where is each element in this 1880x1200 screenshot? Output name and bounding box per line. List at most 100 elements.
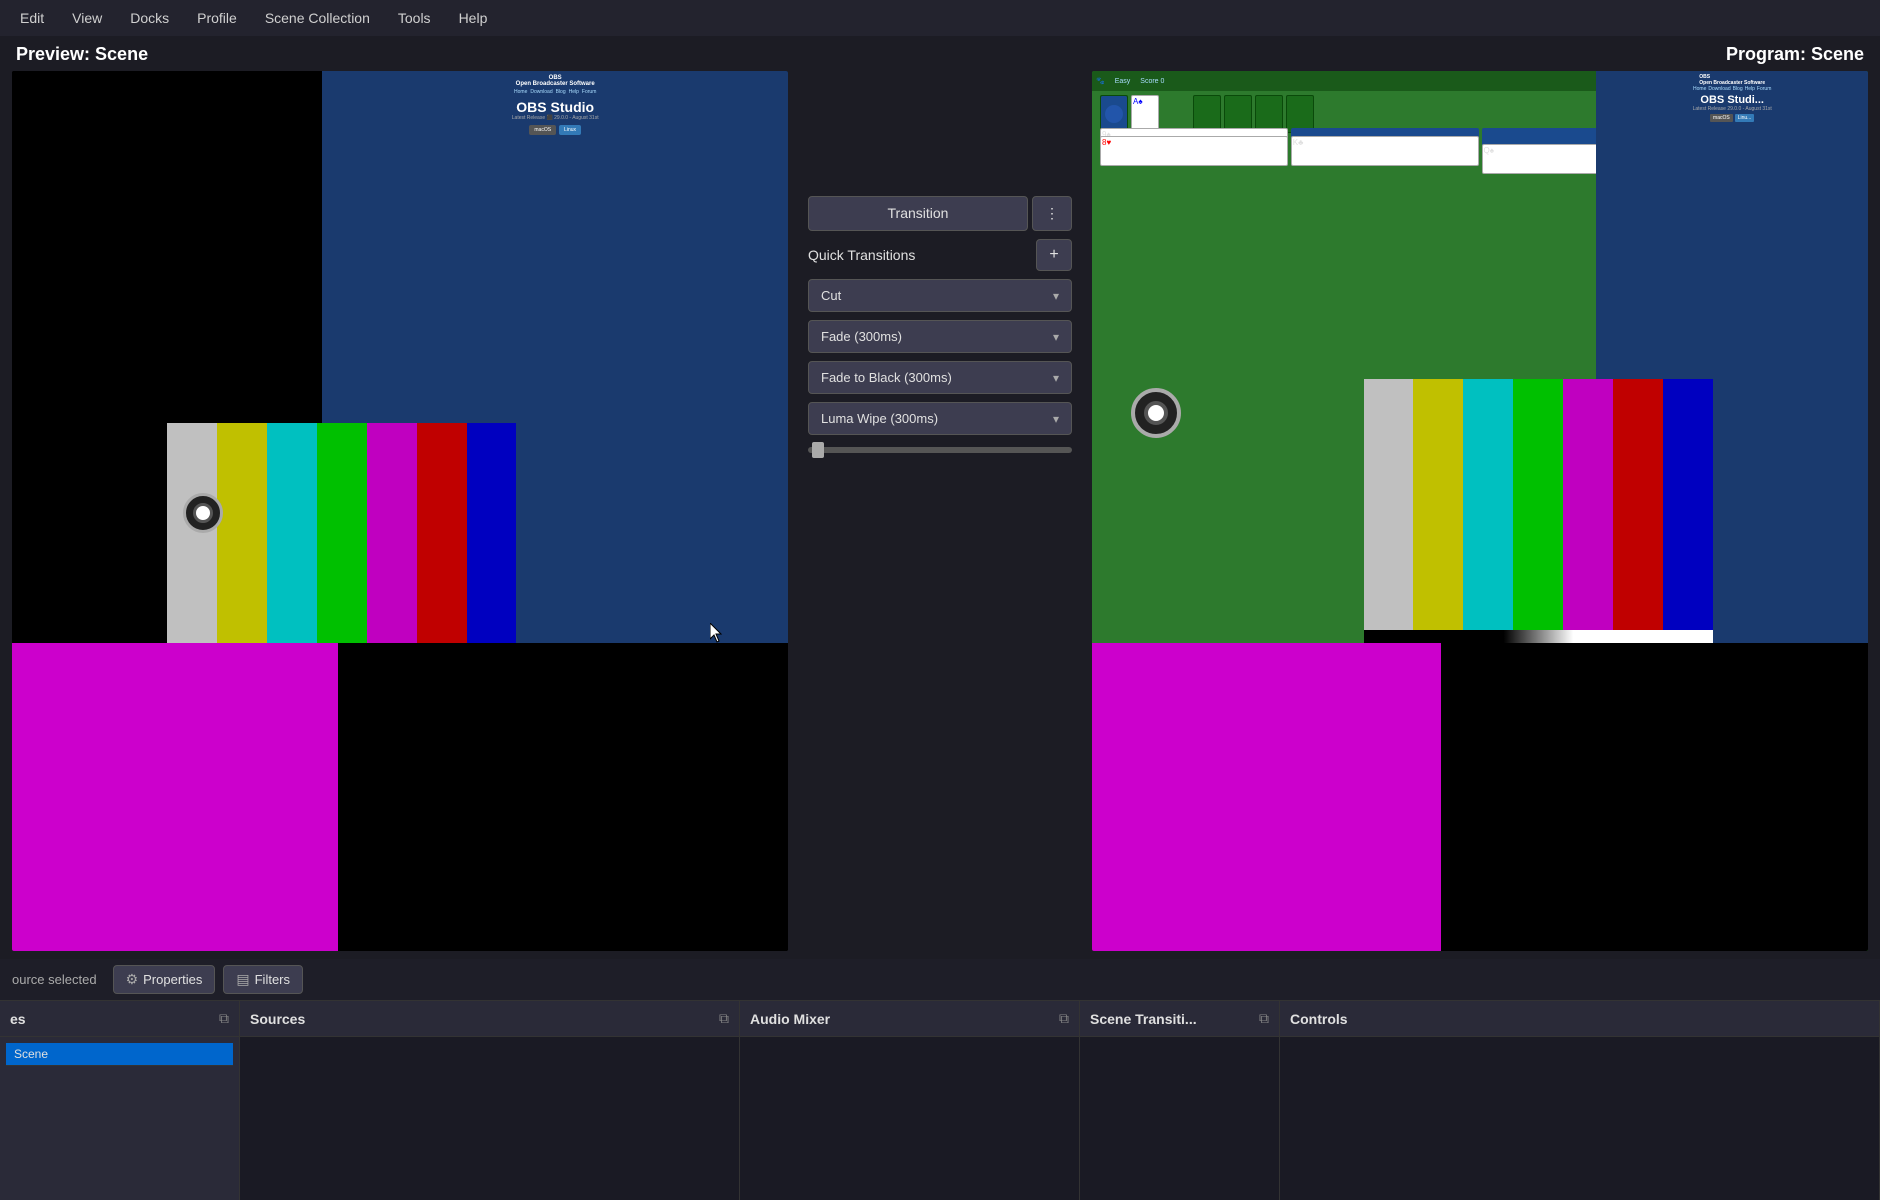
properties-button[interactable]: ⚙ Properties (113, 965, 216, 994)
transition-luma-wipe-label: Luma Wipe (300ms) (821, 411, 938, 426)
transition-cut[interactable]: Cut ▾ (808, 279, 1072, 312)
solitaire-col-1: 9♠ 8♥ (1100, 128, 1288, 663)
solitaire-card: K♣ (1291, 136, 1479, 166)
filters-label: Filters (255, 972, 290, 987)
preview-area: Preview: Scene OBSOpen Broadcaster Softw… (0, 36, 1880, 959)
chevron-down-icon: ▾ (1053, 412, 1059, 426)
scenes-panel-content: Scene (0, 1037, 239, 1200)
audio-panel-title: Audio Mixer (750, 1011, 830, 1027)
menu-edit[interactable]: Edit (8, 4, 56, 32)
controls-title: Controls (1290, 1011, 1348, 1027)
program-obs-big: OBS Studi... (1700, 94, 1764, 106)
transition-slider[interactable] (808, 447, 1072, 453)
prog-bar-cyan (1463, 379, 1513, 630)
dock-panels: es ⧉ Scene Sources ⧉ Audio Mixer (0, 1000, 1880, 1200)
program-obs-nav: Home Download Blog Help Forum (1693, 86, 1771, 92)
program-title: Program: Scene (1092, 44, 1868, 65)
transition-fade-label: Fade (300ms) (821, 329, 902, 344)
transition-slider-container (808, 443, 1072, 457)
program-purple-block (1092, 643, 1441, 951)
scenes-panel-header: es ⧉ (0, 1001, 239, 1037)
menu-scene-collection[interactable]: Scene Collection (253, 4, 382, 32)
controls-content (1280, 1037, 1879, 1200)
scene-trans-header: Scene Transiti... ⧉ (1080, 1001, 1279, 1037)
scene-trans-content (1080, 1037, 1279, 1200)
preview-obs-btns: macOS Linux (529, 125, 581, 135)
more-icon: ⋮ (1045, 205, 1059, 222)
menu-docks[interactable]: Docks (118, 4, 181, 32)
prog-bar-yellow (1413, 379, 1463, 630)
solitaire-easy-label: Easy (1115, 78, 1131, 85)
macos-btn: macOS (529, 125, 556, 135)
menu-help[interactable]: Help (447, 4, 500, 32)
obs-logo-inner (193, 503, 213, 523)
scene-item-scene[interactable]: Scene (6, 1043, 233, 1066)
preview-obs-sub: Latest Release ⬛ 29.0.0 - August 31st (512, 115, 599, 121)
scenes-undock-icon[interactable]: ⧉ (219, 1010, 229, 1027)
quick-transitions-add-button[interactable]: + (1036, 239, 1072, 271)
transition-fade[interactable]: Fade (300ms) ▾ (808, 320, 1072, 353)
bottom-area: ource selected ⚙ Properties ▤ Filters es… (0, 959, 1880, 1200)
transition-luma-wipe[interactable]: Luma Wipe (300ms) ▾ (808, 402, 1072, 435)
transition-panel: Transition ⋮ Quick Transitions + Cut ▾ F… (800, 176, 1080, 959)
program-obs-logo (1131, 388, 1181, 438)
scenes-panel: es ⧉ Scene (0, 1001, 240, 1200)
prog-bar-blue (1663, 379, 1713, 630)
program-obs-buttons: macOS Linu... (1710, 114, 1754, 122)
filter-icon: ▤ (236, 971, 249, 988)
audio-panel-content (740, 1037, 1079, 1200)
obs-logo-circle (183, 493, 223, 533)
linux-btn: Linux (559, 125, 581, 135)
menu-profile[interactable]: Profile (185, 4, 249, 32)
sources-undock-icon[interactable]: ⧉ (719, 1010, 729, 1027)
prog-bar-gray (1364, 379, 1414, 630)
controls-panel: Controls (1280, 1001, 1880, 1200)
solitaire-score: Score 0 (1140, 78, 1164, 85)
audio-mixer-panel: Audio Mixer ⧉ (740, 1001, 1080, 1200)
scene-trans-undock-icon[interactable]: ⧉ (1259, 1010, 1269, 1027)
preview-black-bottom (338, 643, 788, 951)
program-obs-title: OBSOpen Broadcaster Software (1699, 74, 1765, 86)
program-logo-circle (1131, 388, 1181, 438)
sources-panel-title: Sources (250, 1011, 305, 1027)
sources-panel-content (240, 1037, 739, 1200)
program-panel: Program: Scene 🐾 Easy Score 0 0:00 (1080, 36, 1880, 959)
transition-more-button[interactable]: ⋮ (1032, 196, 1072, 231)
preview-obs-nav: Home Download Blog Help Forum (514, 89, 596, 95)
gear-icon: ⚙ (126, 971, 139, 988)
prog-bar-magenta (1563, 379, 1613, 630)
audio-panel-header: Audio Mixer ⧉ (740, 1001, 1079, 1037)
quick-transitions-row: Quick Transitions + (808, 239, 1072, 271)
audio-undock-icon[interactable]: ⧉ (1059, 1010, 1069, 1027)
chevron-down-icon: ▾ (1053, 330, 1059, 344)
transition-fade-black-label: Fade to Black (300ms) (821, 370, 952, 385)
program-obs-version: Latest Release 29.0.0 - August 31st (1693, 106, 1772, 112)
add-icon: + (1049, 246, 1058, 264)
scenes-panel-title: es (10, 1011, 26, 1027)
chevron-down-icon: ▾ (1053, 371, 1059, 385)
menubar: Edit View Docks Profile Scene Collection… (0, 0, 1880, 36)
no-source-label: ource selected (12, 972, 97, 987)
preview-panel: Preview: Scene OBSOpen Broadcaster Softw… (0, 36, 800, 959)
program-logo-inner (1144, 401, 1168, 425)
menu-view[interactable]: View (60, 4, 114, 32)
chevron-down-icon: ▾ (1053, 289, 1059, 303)
solitaire-card: 8♥ (1100, 136, 1288, 166)
program-black-block (1441, 643, 1868, 951)
scene-transitions-panel: Scene Transiti... ⧉ (1080, 1001, 1280, 1200)
source-toolbar: ource selected ⚙ Properties ▤ Filters (0, 959, 1880, 1000)
slider-thumb[interactable] (812, 442, 824, 458)
scene-trans-title: Scene Transiti... (1090, 1011, 1197, 1027)
transition-fade-black[interactable]: Fade to Black (300ms) ▾ (808, 361, 1072, 394)
quick-transitions-label: Quick Transitions (808, 247, 1032, 263)
menu-tools[interactable]: Tools (386, 4, 443, 32)
no-source-text: ource selected (12, 972, 97, 987)
filters-button[interactable]: ▤ Filters (223, 965, 303, 994)
controls-header: Controls (1280, 1001, 1879, 1037)
preview-obs-logo (183, 493, 223, 533)
prog-bar-green (1513, 379, 1563, 630)
preview-obs-title: OBSOpen Broadcaster Software (516, 75, 595, 87)
transition-header: Transition ⋮ (808, 196, 1072, 231)
transition-button[interactable]: Transition (808, 196, 1028, 231)
solitaire-logo-icon: 🐾 (1096, 77, 1105, 85)
